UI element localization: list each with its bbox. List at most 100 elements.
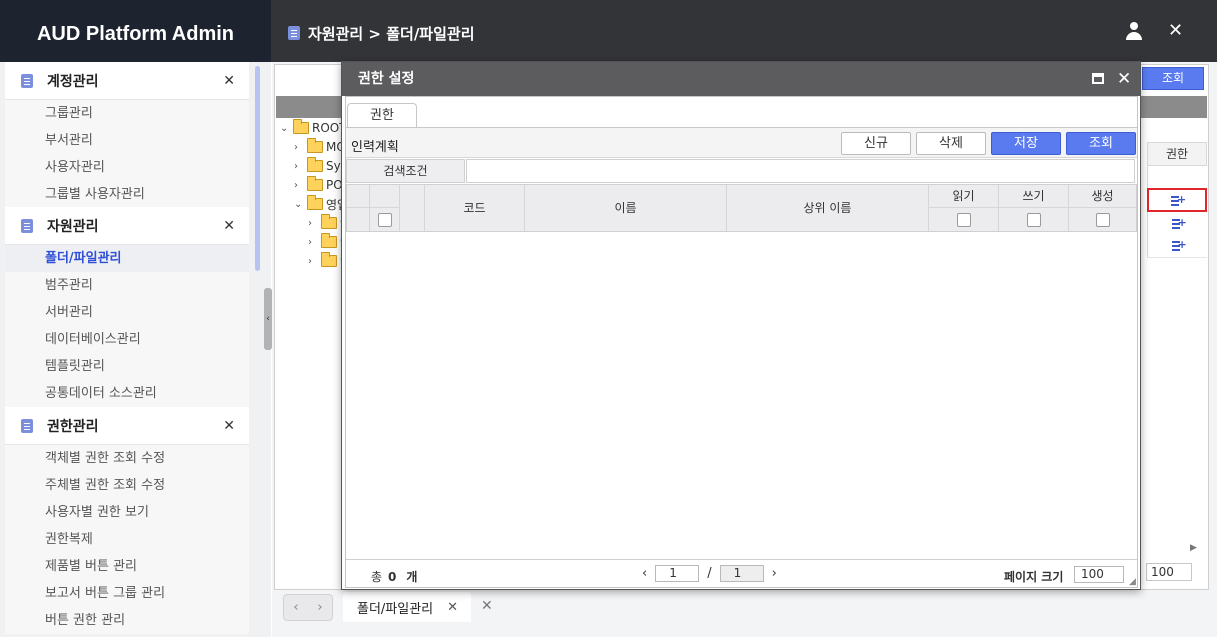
sidebar-item-user-permission[interactable]: 사용자별 권한 보기 bbox=[5, 499, 249, 526]
chevron-right-icon[interactable]: › bbox=[308, 237, 318, 248]
close-icon[interactable]: ✕ bbox=[1168, 22, 1183, 40]
sidebar-item-group[interactable]: 그룹관리 bbox=[5, 100, 249, 127]
sidebar-item-report-button-group[interactable]: 보고서 버튼 그룹 관리 bbox=[5, 580, 249, 607]
sidebar-item-folder-file[interactable]: 폴더/파일관리 bbox=[5, 245, 249, 272]
folder-icon bbox=[321, 252, 337, 267]
page-size-input[interactable]: 100 bbox=[1074, 566, 1124, 583]
chevron-right-icon[interactable]: › bbox=[294, 180, 304, 191]
chevron-right-icon[interactable]: › bbox=[308, 218, 318, 229]
save-button[interactable]: 저장 bbox=[991, 132, 1061, 155]
permission-column-header: 권한 bbox=[1147, 142, 1207, 166]
tree-node[interactable]: › MO bbox=[294, 138, 346, 156]
column-create[interactable]: 생성 bbox=[1069, 184, 1137, 208]
sidebar-item-group-user[interactable]: 그룹별 사용자관리 bbox=[5, 181, 249, 208]
maximize-icon[interactable] bbox=[1092, 73, 1104, 84]
chevron-right-icon[interactable]: › bbox=[308, 256, 318, 267]
permission-cell[interactable] bbox=[1147, 234, 1207, 258]
chevron-right-icon[interactable]: › bbox=[772, 566, 777, 581]
permission-add-icon[interactable] bbox=[1171, 238, 1187, 251]
page-size-input[interactable]: 100 bbox=[1146, 563, 1192, 581]
sidebar-section-header[interactable]: 계정관리 ✕ bbox=[5, 62, 249, 100]
user-icon[interactable] bbox=[1125, 22, 1143, 40]
tab-permission[interactable]: 권한 bbox=[347, 103, 417, 128]
search-button[interactable]: 조회 bbox=[1066, 132, 1136, 155]
sidebar-collapse-handle[interactable]: ‹ bbox=[264, 288, 272, 350]
sidebar-item-button-permission[interactable]: 버튼 권한 관리 bbox=[5, 607, 249, 634]
column-name[interactable]: 이름 bbox=[525, 184, 727, 232]
column-code[interactable]: 코드 bbox=[425, 184, 525, 232]
chevron-left-icon[interactable]: ‹ bbox=[642, 566, 647, 581]
pager: ‹ 1 / 1 › bbox=[642, 565, 777, 582]
sidebar-item-product-button[interactable]: 제품별 버튼 관리 bbox=[5, 553, 249, 580]
sidebar-section-title: 권한관리 bbox=[47, 418, 99, 435]
sidebar-item-subject-permission[interactable]: 주체별 권한 조회 수정 bbox=[5, 472, 249, 499]
document-icon bbox=[21, 218, 33, 233]
sidebar-item-common-datasource[interactable]: 공통데이터 소스관리 bbox=[5, 380, 249, 407]
sidebar-item-template[interactable]: 템플릿관리 bbox=[5, 353, 249, 380]
folder-icon bbox=[307, 138, 323, 153]
new-button[interactable]: 신규 bbox=[841, 132, 911, 155]
close-icon[interactable]: ✕ bbox=[447, 600, 458, 615]
select-all-checkbox[interactable] bbox=[377, 212, 392, 227]
read-all-checkbox[interactable] bbox=[956, 212, 971, 227]
search-button[interactable]: 조회 bbox=[1142, 67, 1204, 90]
permission-add-icon[interactable] bbox=[1171, 193, 1186, 206]
sidebar-item-object-permission[interactable]: 객체별 권한 조회 수정 bbox=[5, 445, 249, 472]
sidebar-section-resource: 자원관리 ✕ 폴더/파일관리 범주관리 서버관리 데이터베이스관리 템플릿관리 … bbox=[5, 207, 249, 407]
permission-cell[interactable] bbox=[1147, 212, 1207, 236]
search-condition-row: 검색조건 bbox=[346, 159, 1137, 183]
chevron-right-icon[interactable]: › bbox=[317, 600, 322, 615]
sidebar-section-header[interactable]: 권한관리 ✕ bbox=[5, 407, 249, 445]
sidebar-item-database[interactable]: 데이터베이스관리 bbox=[5, 326, 249, 353]
permission-dialog: 권한 설정 ✕ 권한 인력계획 신규 삭제 저장 조회 검색조건 코드 이름 상… bbox=[341, 61, 1141, 590]
folder-icon bbox=[321, 233, 337, 248]
current-page-input[interactable]: 1 bbox=[655, 565, 700, 582]
search-condition-input[interactable] bbox=[466, 159, 1135, 183]
tab-folder-file[interactable]: 폴더/파일관리 ✕ bbox=[343, 592, 471, 622]
page-size-label: 페이지 크기 bbox=[1004, 570, 1064, 584]
column-read[interactable]: 읽기 bbox=[929, 184, 999, 208]
dialog-title-bar[interactable]: 권한 설정 bbox=[342, 62, 1140, 96]
close-icon[interactable]: ✕ bbox=[223, 418, 235, 434]
chevron-down-icon[interactable]: ⌄ bbox=[280, 123, 290, 134]
close-icon[interactable]: ✕ bbox=[1117, 62, 1131, 96]
close-icon[interactable]: ✕ bbox=[223, 73, 235, 89]
close-icon[interactable]: ✕ bbox=[223, 218, 235, 234]
sidebar-scrollbar[interactable] bbox=[255, 66, 260, 271]
scroll-right-icon[interactable]: ▶ bbox=[1190, 543, 1197, 553]
resize-grip-icon[interactable]: ◢ bbox=[1129, 577, 1136, 587]
chevron-right-icon[interactable]: › bbox=[294, 161, 304, 172]
folder-icon bbox=[321, 214, 337, 229]
sidebar-item-user[interactable]: 사용자관리 bbox=[5, 154, 249, 181]
permission-add-icon[interactable] bbox=[1171, 216, 1187, 229]
dialog-body: 권한 인력계획 신규 삭제 저장 조회 검색조건 코드 이름 상위 이름 읽기 bbox=[345, 96, 1138, 588]
tree-node[interactable]: ⌄ ROOT bbox=[280, 119, 347, 137]
permission-cell-selected[interactable] bbox=[1147, 188, 1207, 212]
chevron-down-icon[interactable]: ⌄ bbox=[294, 199, 304, 210]
sidebar-section-title: 자원관리 bbox=[47, 218, 99, 235]
close-all-tabs-icon[interactable]: ✕ bbox=[481, 598, 493, 614]
tree-node[interactable]: ⌄ 영업 bbox=[294, 195, 348, 213]
total-prefix: 총 bbox=[371, 570, 383, 584]
grid-footer: 총0개 ‹ 1 / 1 › 페이지 크기 100 bbox=[346, 559, 1137, 587]
dialog-title: 권한 설정 bbox=[358, 71, 415, 87]
sidebar-item-permission-copy[interactable]: 권한복제 bbox=[5, 526, 249, 553]
sidebar-section-header[interactable]: 자원관리 ✕ bbox=[5, 207, 249, 245]
sidebar-item-category[interactable]: 범주관리 bbox=[5, 272, 249, 299]
sidebar-item-department[interactable]: 부서관리 bbox=[5, 127, 249, 154]
sidebar-section-title: 계정관리 bbox=[47, 73, 99, 90]
app-title[interactable]: AUD Platform Admin bbox=[0, 0, 271, 62]
folder-icon bbox=[293, 119, 309, 134]
column-write[interactable]: 쓰기 bbox=[999, 184, 1069, 208]
column-parent-name[interactable]: 상위 이름 bbox=[727, 184, 929, 232]
chevron-right-icon[interactable]: › bbox=[294, 142, 304, 153]
permission-cell bbox=[1147, 166, 1207, 190]
chevron-left-icon[interactable]: ‹ bbox=[293, 600, 298, 615]
folder-icon bbox=[307, 195, 323, 210]
write-all-checkbox[interactable] bbox=[1026, 212, 1041, 227]
create-all-checkbox[interactable] bbox=[1095, 212, 1110, 227]
delete-button[interactable]: 삭제 bbox=[916, 132, 986, 155]
breadcrumb: 자원관리 > 폴더/파일관리 bbox=[288, 22, 475, 44]
sidebar-item-server[interactable]: 서버관리 bbox=[5, 299, 249, 326]
tab-nav-arrows: ‹ › bbox=[283, 594, 333, 621]
